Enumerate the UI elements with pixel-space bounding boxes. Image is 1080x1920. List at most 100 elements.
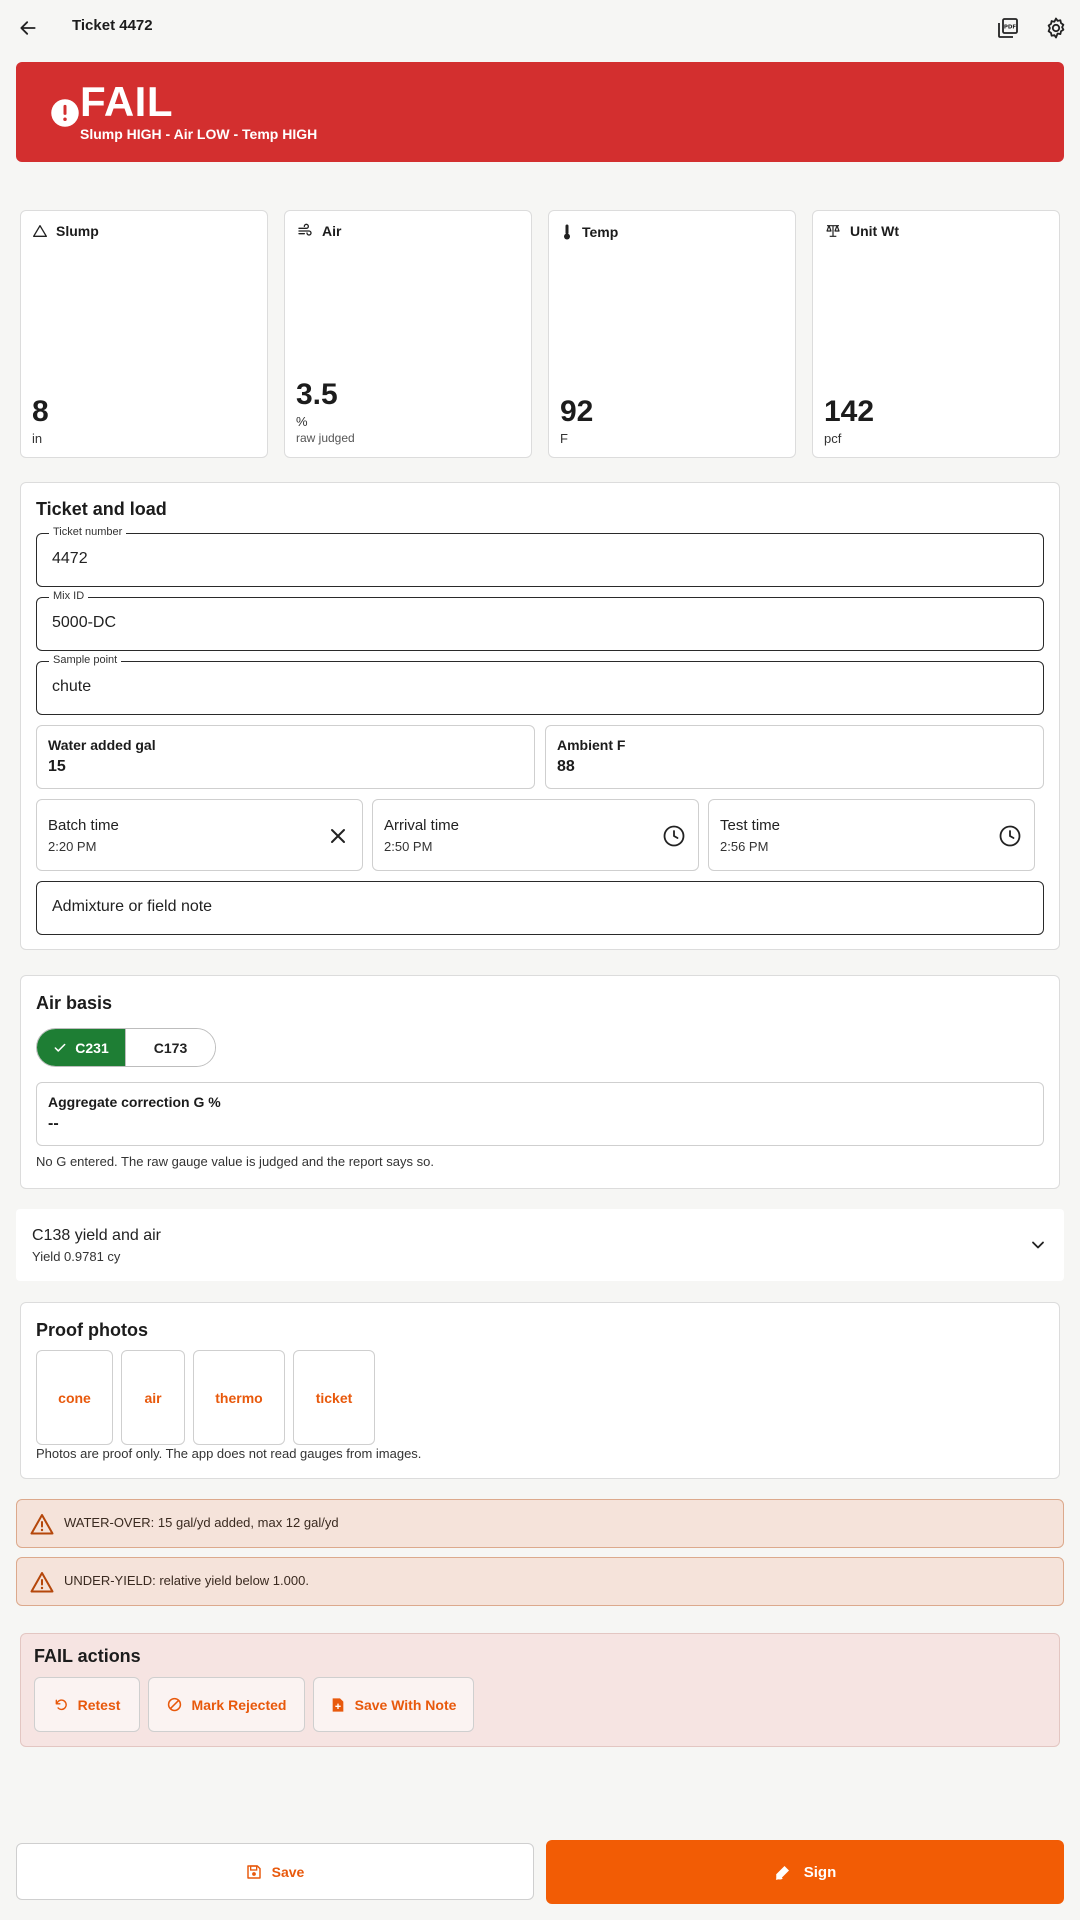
field-value: -- xyxy=(48,1115,59,1132)
retest-button[interactable]: Retest xyxy=(34,1677,140,1732)
button-label: Save With Note xyxy=(354,1696,457,1713)
field-placeholder: Admixture or field note xyxy=(52,898,213,915)
warning-water-over: WATER-OVER: 15 gal/yd added, max 12 gal/… xyxy=(16,1499,1064,1548)
top-app-bar: Ticket 4472 PDF xyxy=(0,0,1080,56)
ticket-load-section: Ticket and load Ticket number 4472 Mix I… xyxy=(20,482,1060,950)
scale-icon xyxy=(826,225,840,237)
ticket-number-field[interactable]: Ticket number 4472 xyxy=(36,526,1044,587)
photos-note: Photos are proof only. The app does not … xyxy=(36,1446,422,1461)
pdf-icon: PDF xyxy=(998,18,1018,38)
test-time-field[interactable]: Test time 2:56 PM xyxy=(708,799,1035,871)
photo-slot-thermo[interactable]: thermo xyxy=(193,1350,285,1445)
field-value: 2:20 PM xyxy=(48,839,97,854)
status-detail: Slump HIGH - Air LOW - Temp HIGH xyxy=(80,126,318,142)
air-icon xyxy=(298,223,312,236)
metric-subtext: raw judged xyxy=(296,431,355,445)
chevron-down-icon xyxy=(1032,1241,1044,1249)
ambient-field[interactable]: Ambient F 88 xyxy=(545,725,1044,789)
back-button[interactable] xyxy=(8,8,48,48)
field-value: 5000-DC xyxy=(52,614,117,631)
field-value: 2:56 PM xyxy=(720,839,769,854)
status-text: FAIL xyxy=(80,78,173,125)
field-note-input[interactable]: Admixture or field note xyxy=(36,881,1044,935)
field-label: Sample point xyxy=(49,654,122,666)
option-label: C231 xyxy=(75,1039,109,1056)
field-label: Water added gal xyxy=(48,737,156,753)
page-title: Ticket 4472 xyxy=(72,17,153,34)
clear-icon[interactable] xyxy=(326,824,350,848)
mix-id-field[interactable]: Mix ID 5000-DC xyxy=(36,590,1044,651)
photo-slot-air[interactable]: air xyxy=(121,1350,185,1445)
warning-text: WATER-OVER: 15 gal/yd added, max 12 gal/… xyxy=(64,1515,339,1530)
field-value: 4472 xyxy=(52,550,88,567)
section-title: Air basis xyxy=(36,993,113,1013)
fail-actions-section: FAIL actions Retest Mark Rejected Save W… xyxy=(20,1633,1060,1747)
metric-unit: F xyxy=(560,431,568,446)
alert-circle-icon xyxy=(51,99,79,127)
metric-unit: in xyxy=(32,431,43,446)
thermometer-icon xyxy=(564,224,570,240)
air-basis-toggle: C231 C173 xyxy=(36,1028,216,1067)
metric-value: 8 xyxy=(32,395,49,428)
clock-icon[interactable] xyxy=(662,824,686,848)
warning-text: UNDER-YIELD: relative yield below 1.000. xyxy=(64,1573,309,1588)
button-label: Retest xyxy=(77,1696,121,1713)
metric-label: Slump xyxy=(56,223,99,239)
status-banner: FAIL Slump HIGH - Air LOW - Temp HIGH xyxy=(16,62,1064,162)
block-icon xyxy=(167,1697,181,1712)
field-label: Ambient F xyxy=(557,737,626,753)
metric-value: 3.5 xyxy=(296,378,338,411)
signature-icon xyxy=(775,1866,789,1881)
section-title: Ticket and load xyxy=(36,499,167,519)
warning-icon xyxy=(30,1514,54,1535)
sign-button[interactable]: Sign xyxy=(546,1840,1064,1904)
note-add-icon xyxy=(332,1697,343,1712)
button-label: Sign xyxy=(803,1863,837,1881)
section-title: FAIL actions xyxy=(34,1646,141,1666)
arrow-left-icon xyxy=(20,21,36,35)
clock-icon[interactable] xyxy=(998,824,1022,848)
option-label: C173 xyxy=(153,1039,188,1056)
button-label: Mark Rejected xyxy=(191,1696,287,1713)
metric-label: Unit Wt xyxy=(850,223,899,239)
option-c231[interactable]: C231 xyxy=(37,1029,125,1066)
batch-time-field[interactable]: Batch time 2:20 PM xyxy=(36,799,363,871)
metric-card-temp[interactable]: Temp 92 F xyxy=(548,210,796,458)
check-icon xyxy=(54,1043,66,1052)
pdf-export-button[interactable]: PDF xyxy=(988,8,1028,48)
field-label: Mix ID xyxy=(49,590,89,602)
mark-rejected-button[interactable]: Mark Rejected xyxy=(148,1677,305,1732)
field-value: 15 xyxy=(48,758,66,775)
field-label: Aggregate correction G % xyxy=(48,1094,221,1110)
aggregate-correction-field[interactable]: Aggregate correction G % -- xyxy=(36,1082,1044,1146)
metric-unit: % xyxy=(296,414,308,429)
settings-button[interactable] xyxy=(1036,8,1076,48)
yield-expander[interactable]: C138 yield and air Yield 0.9781 cy xyxy=(16,1209,1064,1281)
metric-value: 92 xyxy=(560,395,594,428)
metric-card-air[interactable]: Air 3.5 % raw judged xyxy=(284,210,532,458)
expander-title: C138 yield and air xyxy=(32,1227,161,1244)
field-label: Ticket number xyxy=(49,526,127,538)
photo-slot-ticket[interactable]: ticket xyxy=(293,1350,375,1445)
field-value: 2:50 PM xyxy=(384,839,433,854)
photo-slot-cone[interactable]: cone xyxy=(36,1350,113,1445)
save-button[interactable]: Save xyxy=(16,1843,534,1900)
air-basis-note: No G entered. The raw gauge value is jud… xyxy=(36,1154,434,1169)
metric-unit: pcf xyxy=(824,431,842,446)
save-icon xyxy=(246,1864,261,1879)
save-with-note-button[interactable]: Save With Note xyxy=(313,1677,474,1732)
option-c173[interactable]: C173 xyxy=(125,1029,215,1066)
arrival-time-field[interactable]: Arrival time 2:50 PM xyxy=(372,799,699,871)
metric-card-slump[interactable]: Slump 8 in xyxy=(20,210,268,458)
section-title: Proof photos xyxy=(36,1320,148,1340)
air-basis-section: Air basis Aggregate correction G % -- No… xyxy=(20,975,1060,1189)
metric-card-unit-weight[interactable]: Unit Wt 142 pcf xyxy=(812,210,1060,458)
gear-icon xyxy=(1047,17,1065,39)
water-added-field[interactable]: Water added gal 15 xyxy=(36,725,535,789)
field-value: 88 xyxy=(557,758,575,775)
expander-subtitle: Yield 0.9781 cy xyxy=(32,1249,121,1264)
field-value: chute xyxy=(52,678,92,695)
warning-icon xyxy=(30,1572,54,1593)
field-label: Arrival time xyxy=(384,817,460,834)
sample-point-field[interactable]: Sample point chute xyxy=(36,654,1044,715)
